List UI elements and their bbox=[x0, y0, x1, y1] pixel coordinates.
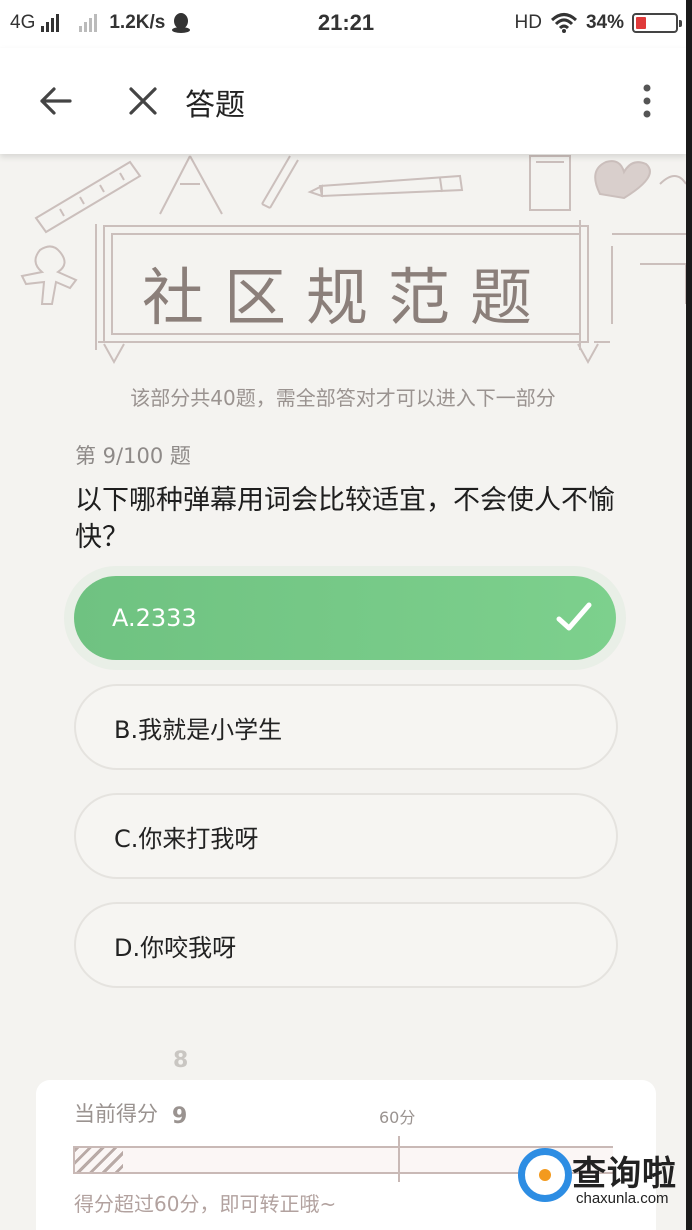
option-d-label: D.你咬我呀 bbox=[114, 933, 237, 962]
wifi-icon bbox=[550, 13, 577, 33]
arrow-left-icon bbox=[40, 87, 72, 115]
score-value: 9 bbox=[172, 1104, 188, 1129]
search-logo-icon bbox=[518, 1148, 572, 1202]
battery-icon bbox=[632, 13, 682, 33]
option-c[interactable]: C.你来打我呀 bbox=[74, 793, 618, 879]
check-icon bbox=[556, 602, 592, 631]
option-b[interactable]: B.我就是小学生 bbox=[74, 684, 618, 770]
hd-indicator: HD bbox=[514, 12, 542, 33]
battery-percent: 34% bbox=[585, 12, 624, 33]
close-icon bbox=[129, 87, 157, 115]
back-button[interactable] bbox=[30, 76, 80, 126]
option-a-label: A.2333 bbox=[112, 604, 197, 632]
score-previous-value: 8 bbox=[173, 1048, 189, 1073]
close-button[interactable] bbox=[118, 76, 168, 126]
option-a[interactable]: A.2333 bbox=[74, 576, 616, 660]
score-hint: 得分超过60分，即可转正哦~ bbox=[74, 1192, 337, 1216]
banner-title: 社区规范题 bbox=[141, 261, 552, 334]
watermark-name: 查询啦 bbox=[572, 1154, 677, 1194]
app-bar: 答题 bbox=[0, 48, 686, 154]
screen-edge bbox=[686, 0, 692, 1230]
threshold-marker bbox=[398, 1136, 400, 1182]
score-label: 当前得分 bbox=[74, 1102, 158, 1126]
threshold-label: 60分 bbox=[379, 1108, 416, 1127]
watermark-logo: 查询啦 chaxunla.com bbox=[516, 1144, 686, 1210]
watermark-domain: chaxunla.com bbox=[576, 1190, 669, 1207]
more-vertical-icon bbox=[643, 84, 651, 118]
page-title: 答题 bbox=[185, 88, 245, 123]
score-progress-fill bbox=[75, 1148, 124, 1172]
question-progress: 第 9/100 题 bbox=[75, 444, 191, 468]
option-d[interactable]: D.你咬我呀 bbox=[74, 902, 618, 988]
status-bar: 4G 1.2K/s 21:21 HD 34% bbox=[0, 0, 692, 48]
status-right: HD 34% bbox=[514, 12, 682, 34]
option-c-label: C.你来打我呀 bbox=[114, 824, 259, 853]
option-b-label: B.我就是小学生 bbox=[114, 715, 283, 744]
question-text: 以下哪种弹幕用词会比较适宜，不会使人不愉快？ bbox=[75, 485, 615, 553]
section-subtitle: 该部分共40题，需全部答对才可以进入下一部分 bbox=[130, 386, 556, 410]
more-button[interactable] bbox=[622, 76, 672, 126]
